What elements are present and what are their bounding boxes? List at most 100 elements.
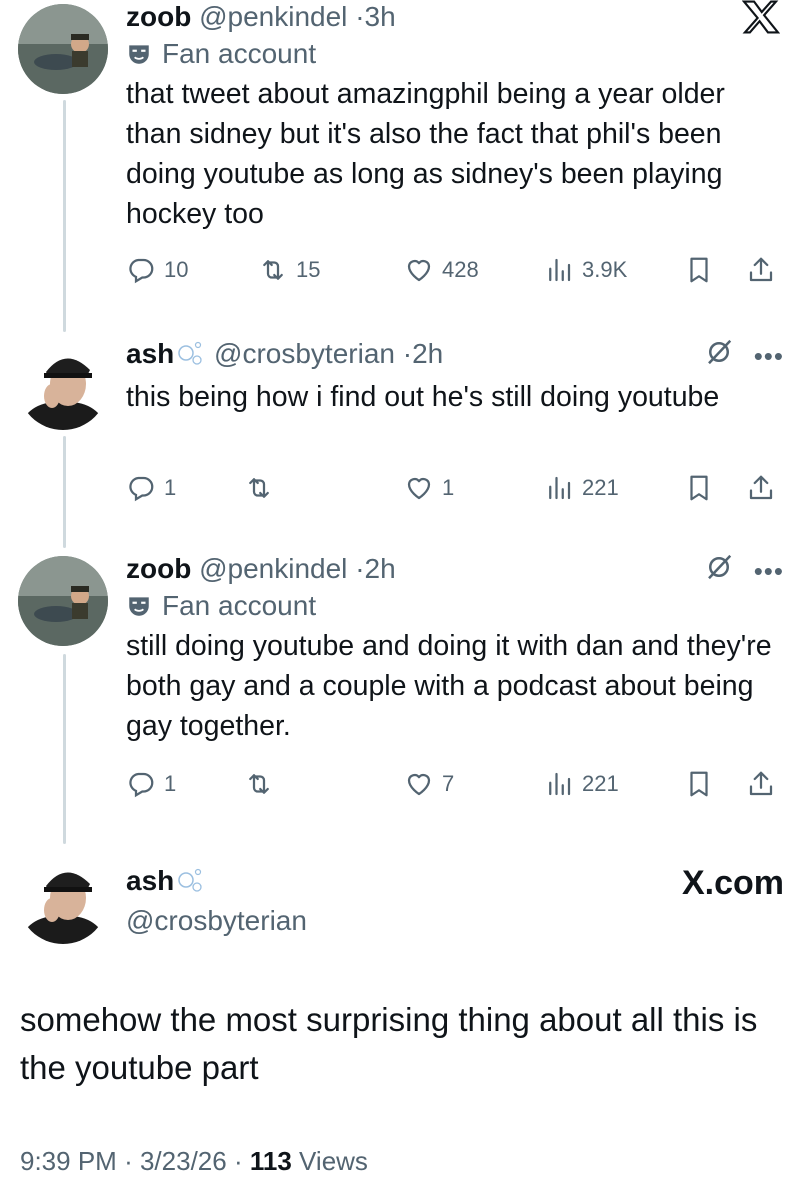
timestamp[interactable]: 3h: [365, 1, 396, 32]
badge-label: Fan account: [162, 590, 317, 621]
mask-icon: [126, 593, 152, 619]
avatar-image: [18, 340, 108, 430]
display-name[interactable]: zoob: [126, 1, 191, 32]
reply-icon: [129, 258, 154, 284]
more-icon[interactable]: •••: [754, 558, 784, 584]
bubbles-icon: [176, 864, 206, 902]
display-name[interactable]: zoob: [126, 553, 191, 584]
thread-line: [63, 100, 66, 332]
views-count: 221: [582, 475, 619, 500]
avatar[interactable]: [18, 854, 108, 944]
views-icon: [549, 258, 571, 282]
bookmark-button[interactable]: [684, 468, 714, 508]
views-count: 221: [582, 771, 619, 796]
x-logo-icon[interactable]: [742, 0, 780, 34]
repost-icon: [263, 260, 283, 280]
reply-count: 1: [164, 771, 177, 796]
views-label: Views: [299, 1146, 368, 1176]
tweet-meta: 9:39 PM · 3/23/26 · 113 Views: [20, 1146, 368, 1177]
main-tweet-text: somehow the most surprising thing about …: [20, 1001, 758, 1086]
bookmark-button[interactable]: [684, 250, 714, 290]
tweet: ash @crosbyterian ·2h ••• this being how…: [126, 337, 784, 417]
views-button[interactable]: 221: [544, 468, 619, 508]
timestamp[interactable]: 2h: [365, 553, 396, 584]
main-tweet-header: ash X.com @crosbyterian: [126, 864, 784, 938]
bubbles-icon: [176, 337, 206, 375]
separator-dot: ·: [233, 1146, 243, 1176]
thread-line: [63, 654, 66, 844]
views-icon: [549, 772, 571, 796]
reply-button[interactable]: 10: [126, 250, 188, 290]
repost-icon: [249, 478, 269, 498]
bookmark-icon: [690, 475, 708, 501]
handle[interactable]: @penkindel: [199, 553, 347, 584]
bookmark-icon: [690, 771, 708, 797]
handle[interactable]: @crosbyterian: [126, 904, 784, 938]
handle[interactable]: @crosbyterian: [214, 338, 395, 369]
share-icon: [749, 257, 773, 282]
bookmark-button[interactable]: [684, 764, 714, 804]
avatar-image: [18, 556, 108, 646]
grok-icon[interactable]: [704, 337, 734, 375]
like-button[interactable]: 7: [404, 764, 454, 804]
tweet-menu: •••: [704, 337, 784, 375]
share-button[interactable]: [746, 764, 776, 804]
avatar-image: [18, 854, 108, 944]
handle[interactable]: @penkindel: [199, 1, 347, 32]
like-icon: [407, 477, 431, 500]
bookmark-icon: [690, 257, 708, 283]
tweet-menu: •••: [704, 552, 784, 590]
repost-icon: [249, 774, 269, 794]
tweet-actions: 1 1 221: [126, 468, 784, 508]
more-icon[interactable]: •••: [754, 343, 784, 369]
views-count: 3.9K: [582, 257, 628, 282]
like-button[interactable]: 1: [404, 468, 454, 508]
separator-dot: ·: [355, 1, 365, 32]
reply-icon: [129, 772, 154, 798]
repost-count: 15: [296, 257, 321, 282]
brand-logo: X.com: [682, 864, 784, 902]
tweet: zoob @penkindel ·3h Fan account that twe…: [126, 0, 784, 234]
post-date[interactable]: 3/23/26: [140, 1146, 227, 1176]
like-count: 1: [442, 475, 455, 500]
reply-count: 10: [164, 257, 189, 282]
like-icon: [407, 259, 431, 282]
share-icon: [749, 771, 773, 796]
timestamp[interactable]: 2h: [412, 338, 443, 369]
brand-label: X.com: [681, 864, 784, 902]
avatar[interactable]: [18, 556, 108, 646]
display-name[interactable]: ash: [126, 865, 174, 896]
share-button[interactable]: [746, 468, 776, 508]
tweet-text: that tweet about amazingphil being a yea…: [126, 78, 725, 230]
fan-account-badge: Fan account: [126, 588, 784, 624]
tweet-text: this being how i find out he's still doi…: [126, 381, 720, 413]
reply-button[interactable]: 1: [126, 468, 176, 508]
avatar[interactable]: [18, 4, 108, 94]
like-count: 7: [442, 771, 455, 796]
separator-dot: ·: [402, 338, 413, 369]
tweet-header: ash @crosbyterian ·2h •••: [126, 337, 784, 375]
reply-count: 1: [164, 475, 177, 500]
display-name[interactable]: ash: [126, 338, 174, 369]
tweet-text: still doing youtube and doing it with da…: [126, 630, 772, 742]
views-count: 113: [249, 1146, 292, 1176]
reply-button[interactable]: 1: [126, 764, 176, 804]
avatar[interactable]: [18, 340, 108, 430]
fan-account-badge: Fan account: [126, 36, 784, 72]
repost-button[interactable]: [244, 468, 282, 508]
share-button[interactable]: [746, 250, 776, 290]
mask-icon: [126, 41, 152, 67]
tweet-actions: 10 15 428 3.9K: [126, 250, 784, 290]
repost-button[interactable]: 15: [258, 250, 320, 290]
repost-button[interactable]: [244, 764, 282, 804]
views-icon: [549, 476, 571, 500]
avatar-image: [18, 4, 108, 94]
post-time[interactable]: 9:39 PM: [20, 1146, 117, 1176]
like-button[interactable]: 428: [404, 250, 479, 290]
separator-dot: ·: [124, 1146, 133, 1176]
views-button[interactable]: 3.9K: [544, 250, 627, 290]
reply-icon: [129, 476, 154, 502]
views-button[interactable]: 221: [544, 764, 619, 804]
grok-icon[interactable]: [704, 552, 734, 590]
like-icon: [407, 773, 431, 796]
